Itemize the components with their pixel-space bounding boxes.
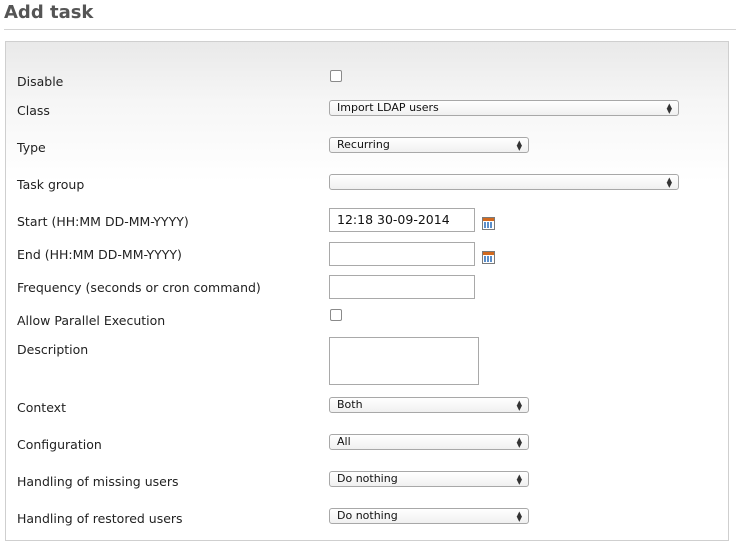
task-group-label: Task group xyxy=(17,177,85,192)
updown-arrows-icon: ▲ ▼ xyxy=(516,399,522,412)
class-select-value: Import LDAP users xyxy=(337,101,439,114)
missing-users-label: Handling of missing users xyxy=(17,474,179,489)
updown-arrows-icon: ▲ ▼ xyxy=(516,473,522,486)
configuration-select-value: All xyxy=(337,435,351,448)
calendar-icon[interactable] xyxy=(482,217,495,230)
type-select-value: Recurring xyxy=(337,138,390,151)
frequency-input[interactable] xyxy=(329,275,475,299)
task-group-select[interactable]: ▲ ▼ xyxy=(329,174,679,190)
parallel-execution-label: Allow Parallel Execution xyxy=(17,313,166,328)
description-label: Description xyxy=(17,342,89,357)
restored-users-select[interactable]: Do nothing ▲ ▼ xyxy=(329,508,529,524)
restored-users-select-value: Do nothing xyxy=(337,509,398,522)
start-date-input[interactable]: 12:18 30-09-2014 xyxy=(329,208,475,232)
frequency-label: Frequency (seconds or cron command) xyxy=(17,280,261,295)
end-date-input[interactable] xyxy=(329,242,475,266)
page-title: Add task xyxy=(4,2,94,23)
type-label: Type xyxy=(17,140,46,155)
updown-arrows-icon: ▲ ▼ xyxy=(666,102,672,115)
configuration-select[interactable]: All ▲ ▼ xyxy=(329,434,529,450)
context-select-value: Both xyxy=(337,398,363,411)
class-select[interactable]: Import LDAP users ▲ ▼ xyxy=(329,100,679,116)
updown-arrows-icon: ▲ ▼ xyxy=(516,436,522,449)
start-label: Start (HH:MM DD-MM-YYYY) xyxy=(17,214,189,229)
calendar-icon[interactable] xyxy=(482,251,495,264)
updown-arrows-icon: ▲ ▼ xyxy=(516,510,522,523)
type-select[interactable]: Recurring ▲ ▼ xyxy=(329,137,529,153)
description-textarea[interactable] xyxy=(329,337,479,385)
parallel-execution-checkbox[interactable] xyxy=(330,309,342,321)
title-divider xyxy=(4,29,736,30)
disable-label: Disable xyxy=(17,74,64,89)
missing-users-select-value: Do nothing xyxy=(337,472,398,485)
disable-checkbox[interactable] xyxy=(330,70,342,82)
updown-arrows-icon: ▲ ▼ xyxy=(666,176,672,189)
configuration-label: Configuration xyxy=(17,437,102,452)
updown-arrows-icon: ▲ ▼ xyxy=(516,139,522,152)
context-select[interactable]: Both ▲ ▼ xyxy=(329,397,529,413)
context-label: Context xyxy=(17,400,66,415)
missing-users-select[interactable]: Do nothing ▲ ▼ xyxy=(329,471,529,487)
class-label: Class xyxy=(17,103,50,118)
end-label: End (HH:MM DD-MM-YYYY) xyxy=(17,247,182,262)
restored-users-label: Handling of restored users xyxy=(17,511,183,526)
